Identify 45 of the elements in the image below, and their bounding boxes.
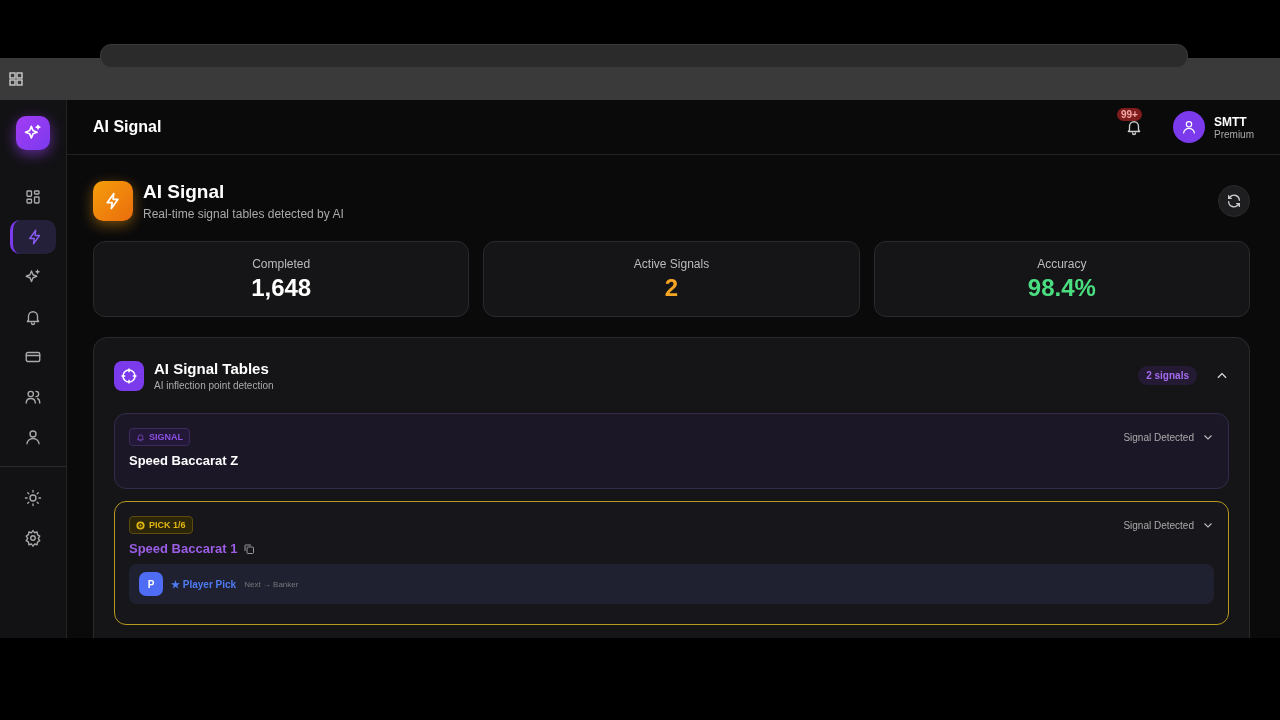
panel-title: AI Signal Tables bbox=[154, 360, 270, 377]
stat-label: Completed bbox=[252, 256, 311, 271]
signal-card[interactable]: PICK 1/6 Signal Detected Speed Baccarat 1 P ★ Player Pick Next → Banker bbox=[114, 501, 1229, 625]
table-name: Speed Baccarat Z bbox=[129, 453, 239, 468]
user-name: SMTT bbox=[1214, 114, 1248, 129]
sun-icon bbox=[24, 489, 42, 507]
panel-subtitle: AI inflection point detection bbox=[154, 380, 274, 391]
apps-icon[interactable] bbox=[9, 72, 23, 86]
lightning-icon bbox=[93, 181, 133, 221]
bell-icon bbox=[24, 308, 42, 326]
signal-status: Signal Detected bbox=[1123, 431, 1194, 443]
sidebar-item[interactable] bbox=[10, 220, 56, 254]
header-title: AI Signal bbox=[93, 118, 163, 136]
notification-count: 99+ bbox=[1117, 108, 1142, 121]
bell-icon[interactable] bbox=[1125, 118, 1143, 136]
signal-count: 2 signals bbox=[1138, 366, 1197, 385]
page-title: AI Signal bbox=[143, 181, 226, 203]
user-icon bbox=[1181, 119, 1197, 135]
users-icon bbox=[24, 388, 42, 406]
copy-icon[interactable] bbox=[243, 542, 256, 555]
settings-icon bbox=[24, 529, 42, 547]
stat-value: 98.4% bbox=[1027, 273, 1096, 302]
refresh-icon bbox=[1226, 193, 1242, 209]
grid-icon bbox=[24, 188, 42, 206]
table-name: Speed Baccarat 1 bbox=[129, 541, 238, 556]
refresh-button[interactable] bbox=[1218, 185, 1250, 217]
user-plan: Premium bbox=[1214, 128, 1254, 140]
signal-badge: SIGNAL bbox=[129, 428, 190, 446]
stat-value: 1,648 bbox=[251, 273, 312, 302]
signal-status: Signal Detected bbox=[1123, 519, 1194, 531]
target-icon bbox=[136, 520, 145, 530]
app-logo[interactable] bbox=[16, 116, 50, 150]
page-subtitle: Real-time signal tables detected by AI bbox=[143, 207, 344, 221]
pick-badge: PICK 1/6 bbox=[129, 516, 193, 534]
crosshair-icon bbox=[114, 360, 144, 391]
player-avatar: P bbox=[139, 572, 163, 596]
stat-label: Accuracy bbox=[1037, 256, 1087, 271]
stat-label: Active Signals bbox=[633, 256, 710, 271]
next-pick: Next → Banker bbox=[244, 579, 299, 589]
signal-card[interactable]: SIGNAL Signal Detected Speed Baccarat Z bbox=[114, 413, 1229, 489]
user-icon bbox=[24, 428, 42, 446]
pick-label: ★ Player Pick bbox=[171, 578, 237, 590]
bell-icon bbox=[136, 432, 145, 442]
user-avatar[interactable] bbox=[1173, 111, 1205, 143]
stat-value: 2 bbox=[664, 273, 679, 302]
